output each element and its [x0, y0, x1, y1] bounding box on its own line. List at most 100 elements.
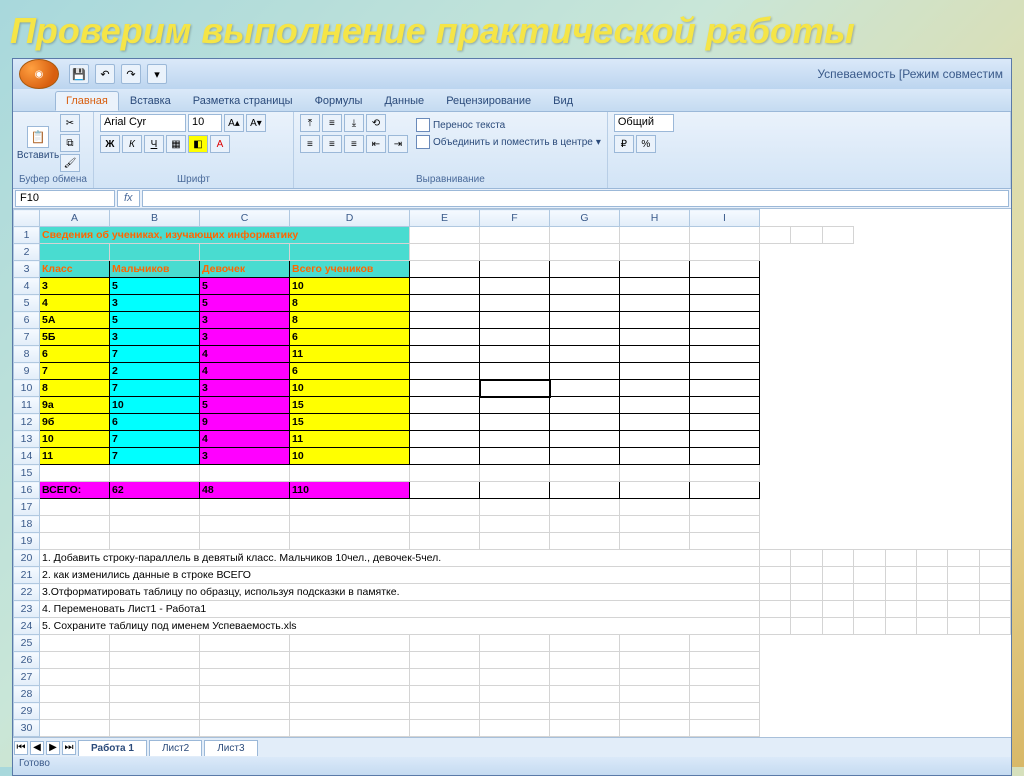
cell-E26[interactable]	[410, 652, 480, 669]
save-icon[interactable]: 💾	[69, 64, 89, 84]
paste-button[interactable]: 📋 Вставить	[19, 126, 57, 161]
cell-I1[interactable]	[822, 227, 853, 244]
cell-F16[interactable]	[480, 482, 550, 499]
cell-A5[interactable]: 4	[40, 295, 110, 312]
redo-icon[interactable]: ↷	[121, 64, 141, 84]
cell-F15[interactable]	[480, 465, 550, 482]
cell-B1[interactable]	[410, 227, 480, 244]
row-header-24[interactable]: 24	[14, 618, 40, 635]
cell-C13[interactable]: 4	[200, 431, 290, 448]
worksheet-grid[interactable]: ABCDEFGHI1Сведения об учениках, изучающи…	[13, 209, 1011, 737]
cell-F25[interactable]	[480, 635, 550, 652]
cell-H6[interactable]	[620, 312, 690, 329]
cell-A8[interactable]: 6	[40, 346, 110, 363]
cell-E17[interactable]	[410, 499, 480, 516]
shrink-font-icon[interactable]: A▾	[246, 114, 266, 132]
cell-D14[interactable]: 10	[290, 448, 410, 465]
cell-B10[interactable]: 7	[110, 380, 200, 397]
cell-G22[interactable]	[916, 584, 947, 601]
row-header-21[interactable]: 21	[14, 567, 40, 584]
cell-I24[interactable]	[979, 618, 1010, 635]
undo-icon[interactable]: ↶	[95, 64, 115, 84]
cell-G18[interactable]	[550, 516, 620, 533]
cell-I14[interactable]	[690, 448, 760, 465]
cell-D23[interactable]	[822, 601, 853, 618]
select-all[interactable]	[14, 210, 40, 227]
cell-G11[interactable]	[550, 397, 620, 414]
cell-C25[interactable]	[200, 635, 290, 652]
row-header-16[interactable]: 16	[14, 482, 40, 499]
cell-E22[interactable]	[854, 584, 885, 601]
cell-F17[interactable]	[480, 499, 550, 516]
cell-B20[interactable]	[760, 550, 791, 567]
cell-I12[interactable]	[690, 414, 760, 431]
row-header-9[interactable]: 9	[14, 363, 40, 380]
cell-G16[interactable]	[550, 482, 620, 499]
row-header-10[interactable]: 10	[14, 380, 40, 397]
cell-B18[interactable]	[110, 516, 200, 533]
cell-F12[interactable]	[480, 414, 550, 431]
cell-C8[interactable]: 4	[200, 346, 290, 363]
cell-A30[interactable]	[40, 720, 110, 737]
cell-B19[interactable]	[110, 533, 200, 550]
cell-D17[interactable]	[290, 499, 410, 516]
cell-E8[interactable]	[410, 346, 480, 363]
cell-D10[interactable]: 10	[290, 380, 410, 397]
cell-E7[interactable]	[410, 329, 480, 346]
cell-I4[interactable]	[690, 278, 760, 295]
cell-C1[interactable]	[480, 227, 550, 244]
cell-E3[interactable]	[410, 261, 480, 278]
hdr-boys[interactable]: Мальчиков	[110, 261, 200, 278]
currency-icon[interactable]: ₽	[614, 135, 634, 153]
cell-A11[interactable]: 9а	[40, 397, 110, 414]
row-header-1[interactable]: 1	[14, 227, 40, 244]
merge-center-button[interactable]: Объединить и поместить в центре ▾	[416, 135, 601, 149]
cell-G5[interactable]	[550, 295, 620, 312]
cell-B24[interactable]	[760, 618, 791, 635]
office-button[interactable]: ◉	[19, 59, 59, 89]
cell-B9[interactable]: 2	[110, 363, 200, 380]
cell-D4[interactable]: 10	[290, 278, 410, 295]
cell-I30[interactable]	[690, 720, 760, 737]
cell-total-boys[interactable]: 62	[110, 482, 200, 499]
cell-G24[interactable]	[916, 618, 947, 635]
cell-I21[interactable]	[979, 567, 1010, 584]
cell-B12[interactable]: 6	[110, 414, 200, 431]
cell-H22[interactable]	[948, 584, 979, 601]
sheet-nav-next-icon[interactable]: ▶	[46, 741, 60, 755]
cell-E11[interactable]	[410, 397, 480, 414]
cell-C14[interactable]: 3	[200, 448, 290, 465]
cell-H19[interactable]	[620, 533, 690, 550]
cell-B8[interactable]: 7	[110, 346, 200, 363]
cell-G15[interactable]	[550, 465, 620, 482]
row-header-25[interactable]: 25	[14, 635, 40, 652]
cell-H2[interactable]	[620, 244, 690, 261]
cell-E14[interactable]	[410, 448, 480, 465]
cell-E24[interactable]	[854, 618, 885, 635]
cell-F9[interactable]	[480, 363, 550, 380]
row-header-30[interactable]: 30	[14, 720, 40, 737]
cell-C23[interactable]	[791, 601, 822, 618]
row-header-14[interactable]: 14	[14, 448, 40, 465]
cell-B13[interactable]: 7	[110, 431, 200, 448]
cell-A9[interactable]: 7	[40, 363, 110, 380]
cell-H14[interactable]	[620, 448, 690, 465]
ribbon-tab-5[interactable]: Рецензирование	[435, 91, 542, 111]
cell-H30[interactable]	[620, 720, 690, 737]
row-header-17[interactable]: 17	[14, 499, 40, 516]
qat-dropdown-icon[interactable]: ▾	[147, 64, 167, 84]
cell-C26[interactable]	[200, 652, 290, 669]
ribbon-tab-1[interactable]: Вставка	[119, 91, 182, 111]
cell-H15[interactable]	[620, 465, 690, 482]
cell-total-all[interactable]: 110	[290, 482, 410, 499]
cell-H23[interactable]	[948, 601, 979, 618]
cell-I9[interactable]	[690, 363, 760, 380]
cell-C9[interactable]: 4	[200, 363, 290, 380]
col-header-G[interactable]: G	[550, 210, 620, 227]
cell-H29[interactable]	[620, 703, 690, 720]
cell-C12[interactable]: 9	[200, 414, 290, 431]
cell-H24[interactable]	[948, 618, 979, 635]
row-header-27[interactable]: 27	[14, 669, 40, 686]
cell-H27[interactable]	[620, 669, 690, 686]
cell-D30[interactable]	[290, 720, 410, 737]
